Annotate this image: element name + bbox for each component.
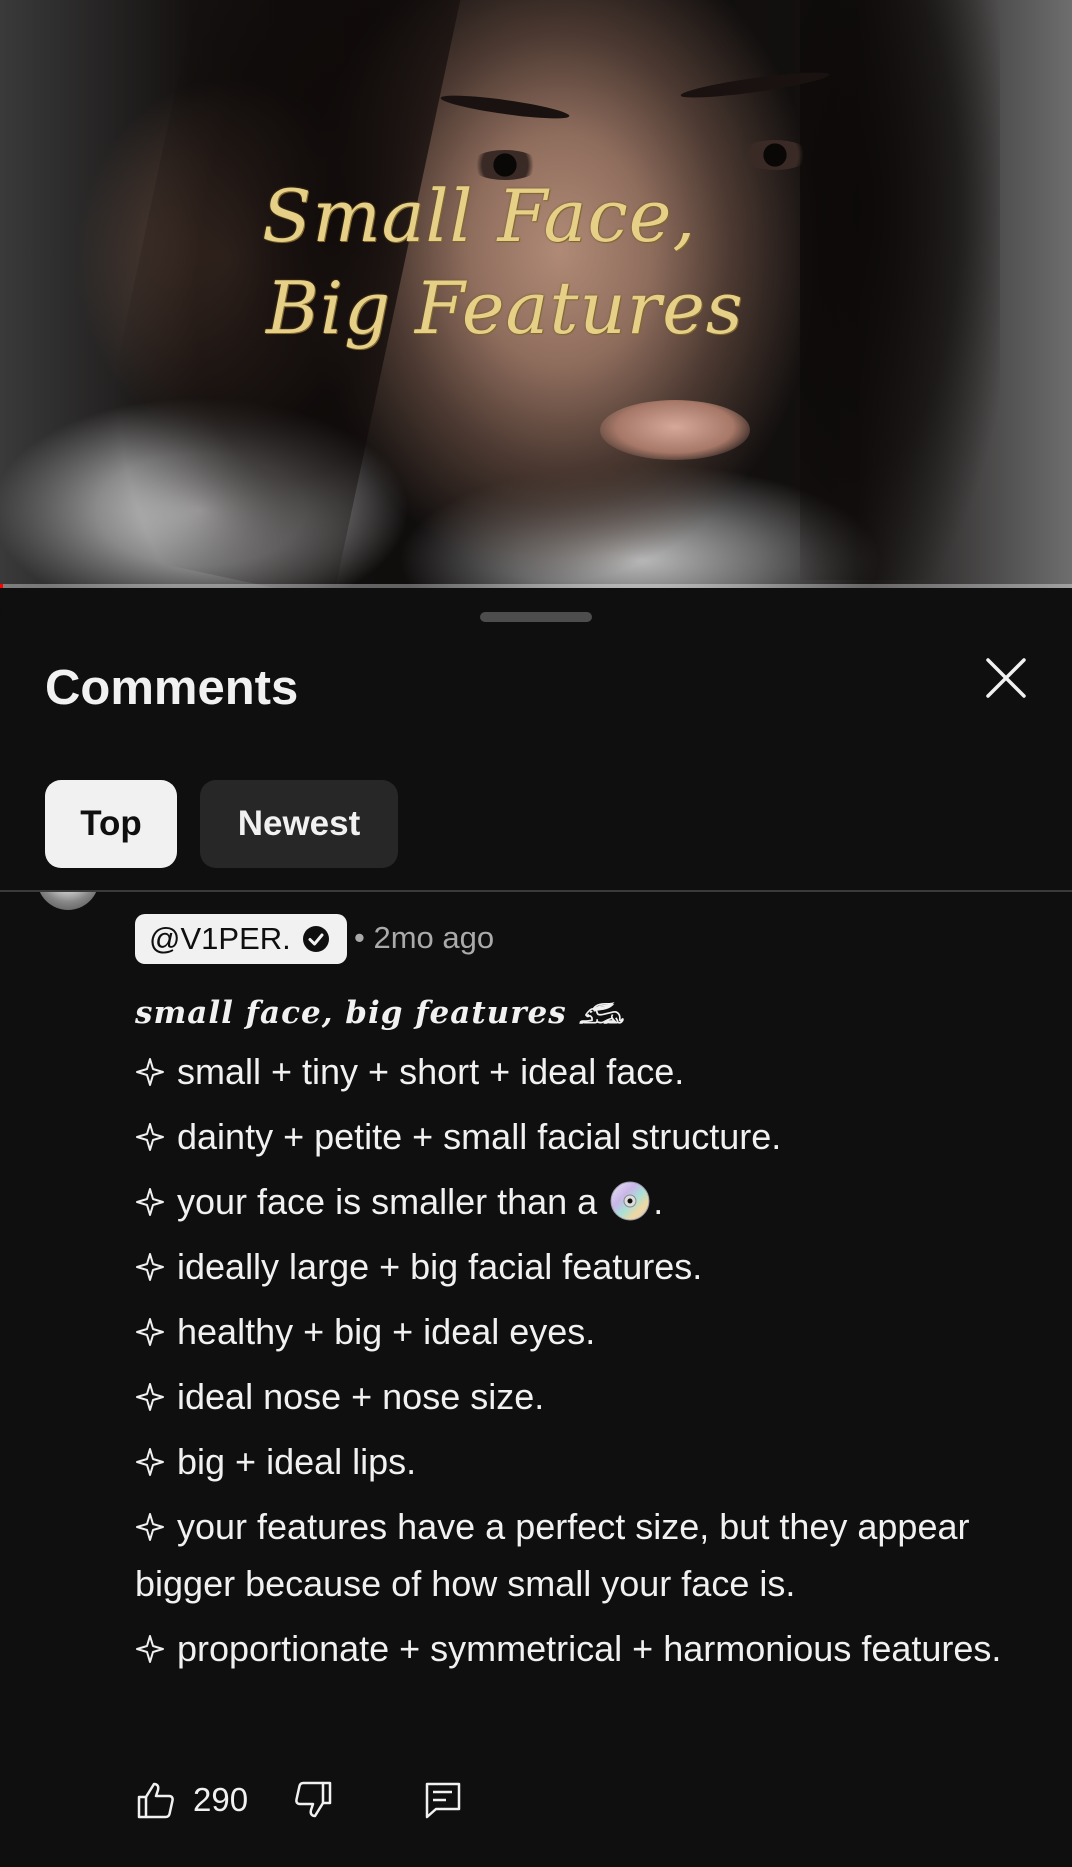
- comment-line: dainty + petite + small facial structure…: [135, 1108, 1015, 1165]
- thumbs-up-icon: [137, 1782, 174, 1819]
- close-button[interactable]: [978, 650, 1034, 706]
- video-title-line-1: Small Face,: [262, 174, 697, 258]
- comment-author: @V1PER.: [149, 921, 291, 956]
- dislike-button[interactable]: [292, 1779, 334, 1821]
- comment-line: your face is smaller than a .: [135, 1173, 1015, 1230]
- comments-heading: Comments: [45, 661, 299, 715]
- video-progress-bar[interactable]: [0, 584, 1072, 588]
- sparkle-icon: [136, 1448, 164, 1476]
- drag-handle[interactable]: [480, 612, 592, 622]
- comment-line: proportionate + symmetrical + harmonious…: [135, 1620, 1015, 1677]
- comment-line-text: ideal nose + nose size.: [177, 1376, 545, 1417]
- sparkle-icon: [136, 1635, 164, 1663]
- comment-line-text: healthy + big + ideal eyes.: [177, 1311, 596, 1352]
- comment-line-text: dainty + petite + small facial structure…: [177, 1116, 782, 1157]
- comment-line: healthy + big + ideal eyes.: [135, 1303, 1015, 1360]
- comment-text: small face, big features 𓃹 small + tiny …: [135, 985, 1015, 1677]
- comment-actions: 290: [135, 1775, 464, 1825]
- comment-line: your features have a perfect size, but t…: [135, 1498, 1015, 1612]
- sparkle-icon: [136, 1318, 164, 1346]
- comment-line-text: your face is smaller than a: [177, 1181, 598, 1222]
- comment-timestamp: • 2mo ago: [354, 920, 495, 955]
- reply-button[interactable]: [422, 1779, 464, 1821]
- video-frame-detail: [740, 140, 810, 170]
- sparkle-icon: [136, 1383, 164, 1411]
- tab-top[interactable]: Top: [45, 780, 177, 868]
- comment-line-text: small + tiny + short + ideal face.: [177, 1051, 685, 1092]
- comment-line-suffix: .: [653, 1181, 664, 1222]
- video-frame-detail: [439, 91, 571, 123]
- comment-line-text: big + ideal lips.: [177, 1441, 417, 1482]
- video-title-line-2: Big Features: [266, 266, 744, 350]
- sparkle-icon: [136, 1253, 164, 1281]
- comment-line-text: proportionate + symmetrical + harmonious…: [177, 1628, 1002, 1669]
- video-frame-hair-right: [800, 0, 1000, 580]
- verified-check-icon: [302, 926, 329, 952]
- reply-comment-icon: [425, 1782, 461, 1819]
- video-player[interactable]: Small Face, Big Features: [0, 0, 1072, 588]
- like-button[interactable]: 290: [135, 1779, 292, 1821]
- sparkle-icon: [136, 1058, 164, 1086]
- video-frame-detail: [600, 400, 750, 460]
- tab-newest[interactable]: Newest: [200, 780, 398, 868]
- sparkle-icon: [136, 1513, 164, 1541]
- comment-line: big + ideal lips.: [135, 1433, 1015, 1490]
- like-count: 290: [193, 1781, 249, 1818]
- divider: [0, 890, 1072, 892]
- comment-line-text: your features have a perfect size, but t…: [135, 1506, 970, 1604]
- comment-line: ideal nose + nose size.: [135, 1368, 1015, 1425]
- close-icon: [986, 658, 1026, 698]
- video-progress-fill: [0, 584, 4, 588]
- thumbs-down-icon: [295, 1781, 332, 1818]
- video-title-overlay: Small Face, Big Features: [262, 170, 744, 354]
- comment-line: ideally large + big facial features.: [135, 1238, 1015, 1295]
- comments-sheet: Comments Top Newest @V1PER. • 2mo ago sm…: [0, 590, 1072, 1867]
- comment-author-badge[interactable]: @V1PER.: [135, 914, 347, 964]
- comment-fancy-title: small face, big features 𓃹: [135, 995, 625, 1031]
- sparkle-icon: [136, 1123, 164, 1151]
- disc-icon: [610, 1181, 650, 1221]
- comment-line: small + tiny + short + ideal face.: [135, 1043, 1015, 1100]
- sparkle-icon: [136, 1188, 164, 1216]
- comment-line-text: ideally large + big facial features.: [177, 1246, 703, 1287]
